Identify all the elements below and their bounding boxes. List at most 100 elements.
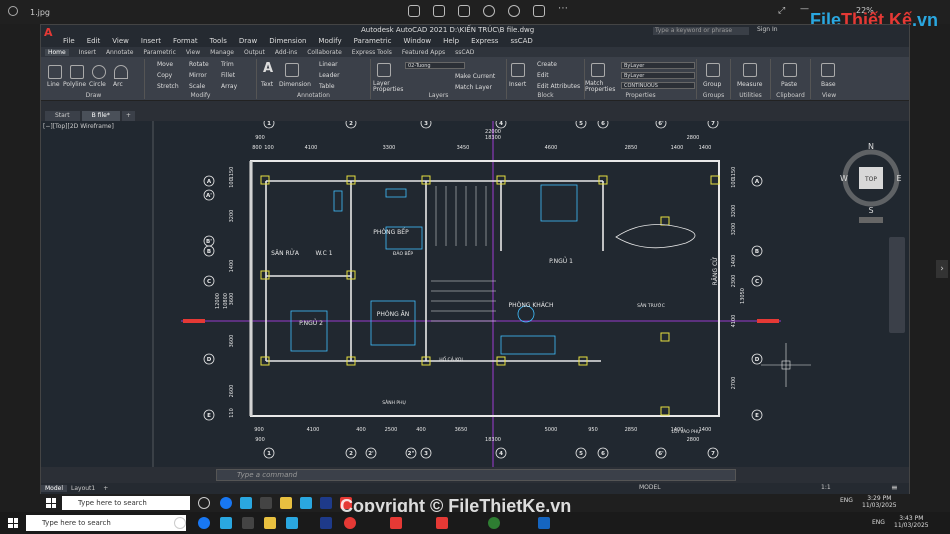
color-dropdown[interactable]: ByLayer xyxy=(621,62,695,69)
delete-icon[interactable] xyxy=(458,5,470,17)
tab-model[interactable]: Model xyxy=(41,485,68,492)
circle-icon[interactable] xyxy=(92,65,106,79)
menu-item-format[interactable]: Format xyxy=(173,37,198,47)
edit-icon[interactable] xyxy=(408,5,420,17)
move-button[interactable]: Move xyxy=(157,61,173,68)
next-image-button[interactable]: › xyxy=(936,260,948,278)
ribbon-tab-annotate[interactable]: Annotate xyxy=(106,49,133,56)
make-current-button[interactable]: Make Current xyxy=(455,73,495,80)
ribbon-tab-sscad[interactable]: ssCAD xyxy=(455,49,474,56)
menu-item-help[interactable]: Help xyxy=(443,37,459,47)
menu-item-dimension[interactable]: Dimension xyxy=(269,37,306,47)
share-icon[interactable] xyxy=(533,5,545,17)
app-icon[interactable] xyxy=(300,497,312,509)
youtube-icon[interactable] xyxy=(390,517,402,529)
match-properties-icon[interactable] xyxy=(591,63,605,77)
photoshop-icon[interactable] xyxy=(320,517,332,529)
help-search-input[interactable]: Type a keyword or phrase xyxy=(653,27,749,35)
circle-button[interactable]: Circle xyxy=(89,81,106,88)
menu-item-sscad[interactable]: ssCAD xyxy=(510,37,532,47)
arc-button[interactable]: Arc xyxy=(113,81,123,88)
menu-item-express[interactable]: Express xyxy=(471,37,498,47)
photoshop-icon[interactable] xyxy=(320,497,332,509)
tab-start[interactable]: Start xyxy=(45,111,80,121)
terminal-icon[interactable] xyxy=(242,517,254,529)
leader-button[interactable]: Leader xyxy=(319,72,340,79)
info-icon[interactable] xyxy=(508,5,520,17)
edit-attributes-button[interactable]: Edit Attributes xyxy=(537,83,580,90)
new-tab-button[interactable]: + xyxy=(121,111,135,121)
linear-button[interactable]: Linear xyxy=(319,61,338,68)
ribbon-tab-view[interactable]: View xyxy=(186,49,200,56)
menu-item-edit[interactable]: Edit xyxy=(87,37,101,47)
insert-button[interactable]: Insert xyxy=(509,81,526,88)
ribbon-tab-output[interactable]: Output xyxy=(244,49,265,56)
folder-icon[interactable] xyxy=(280,497,292,509)
facebook-icon[interactable] xyxy=(220,497,232,509)
line-button[interactable]: Line xyxy=(47,81,60,88)
paste-button[interactable]: Paste xyxy=(781,81,797,88)
tab-b-file[interactable]: B file* xyxy=(81,111,120,121)
edge-icon[interactable] xyxy=(240,497,252,509)
terminal-icon[interactable] xyxy=(260,497,272,509)
autocad-logo-icon[interactable]: A xyxy=(44,26,53,39)
ribbon-tab-home[interactable]: Home xyxy=(45,48,69,56)
wcs-menu[interactable] xyxy=(859,217,883,223)
ribbon-tab-insert[interactable]: Insert xyxy=(79,49,96,56)
table-button[interactable]: Table xyxy=(319,83,335,90)
layer-dropdown[interactable]: 02-Tuong xyxy=(405,62,465,69)
copy-button[interactable]: Copy xyxy=(157,72,172,79)
command-line-input[interactable]: Type a command xyxy=(216,469,736,481)
menu-item-parametric[interactable]: Parametric xyxy=(354,37,392,47)
linetype-dropdown[interactable]: CONTINUOUS xyxy=(621,82,695,89)
base-button[interactable]: Base xyxy=(821,81,836,88)
annotation-scale[interactable]: 1:1 xyxy=(821,484,831,491)
ribbon-tab-featured-apps[interactable]: Featured Apps xyxy=(402,49,445,56)
layer-properties-icon[interactable] xyxy=(377,63,391,77)
add-layout-button[interactable]: + xyxy=(99,485,112,492)
more-icon[interactable]: ⋯ xyxy=(558,4,570,17)
favorite-icon[interactable] xyxy=(483,5,495,17)
arc-icon[interactable] xyxy=(114,65,128,79)
fullscreen-icon[interactable]: ⤢ xyxy=(778,6,785,16)
polyline-button[interactable]: Polyline xyxy=(63,81,86,88)
ribbon-tab-add-ins[interactable]: Add-ins xyxy=(275,49,297,56)
match-layer-button[interactable]: Match Layer xyxy=(455,84,492,91)
polyline-icon[interactable] xyxy=(70,65,84,79)
text-button[interactable]: Text xyxy=(261,81,273,88)
text-icon[interactable]: A xyxy=(263,61,273,76)
menu-item-tools[interactable]: Tools xyxy=(210,37,227,47)
line-icon[interactable] xyxy=(48,65,62,79)
minimize-icon[interactable]: — xyxy=(800,4,809,14)
measure-icon[interactable] xyxy=(743,63,757,77)
autocad-taskbar-icon[interactable] xyxy=(436,517,448,529)
ribbon-tab-parametric[interactable]: Parametric xyxy=(143,49,176,56)
menu-item-view[interactable]: View xyxy=(112,37,129,47)
rotate-icon[interactable] xyxy=(433,5,445,17)
task-view-icon[interactable] xyxy=(198,497,210,509)
scale-button[interactable]: Scale xyxy=(189,83,205,90)
tab-layout1[interactable]: Layout1 xyxy=(67,485,99,492)
measure-button[interactable]: Measure xyxy=(737,81,763,88)
app-icon[interactable] xyxy=(286,517,298,529)
ribbon-tab-collaborate[interactable]: Collaborate xyxy=(307,49,342,56)
edit-button[interactable]: Edit xyxy=(537,72,549,79)
sign-in-button[interactable]: Sign In xyxy=(757,26,778,33)
trim-button[interactable]: Trim xyxy=(221,61,234,68)
navigation-bar[interactable] xyxy=(889,237,905,333)
windows-start-icon[interactable] xyxy=(8,518,18,528)
menu-item-window[interactable]: Window xyxy=(404,37,432,47)
menu-item-file[interactable]: File xyxy=(63,37,75,47)
edge-icon[interactable] xyxy=(220,517,232,529)
customize-icon[interactable]: ≡ xyxy=(891,483,898,492)
menu-item-modify[interactable]: Modify xyxy=(318,37,341,47)
create-button[interactable]: Create xyxy=(537,61,557,68)
dimension-button[interactable]: Dimension xyxy=(279,81,311,88)
fillet-button[interactable]: Fillet xyxy=(221,72,235,79)
base-icon[interactable] xyxy=(821,63,835,77)
browser-icon[interactable] xyxy=(488,517,500,529)
facebook-icon[interactable] xyxy=(198,517,210,529)
dimension-icon[interactable] xyxy=(285,63,299,77)
inner-search-input[interactable]: Type here to search xyxy=(62,496,190,510)
group-button[interactable]: Group xyxy=(703,81,721,88)
